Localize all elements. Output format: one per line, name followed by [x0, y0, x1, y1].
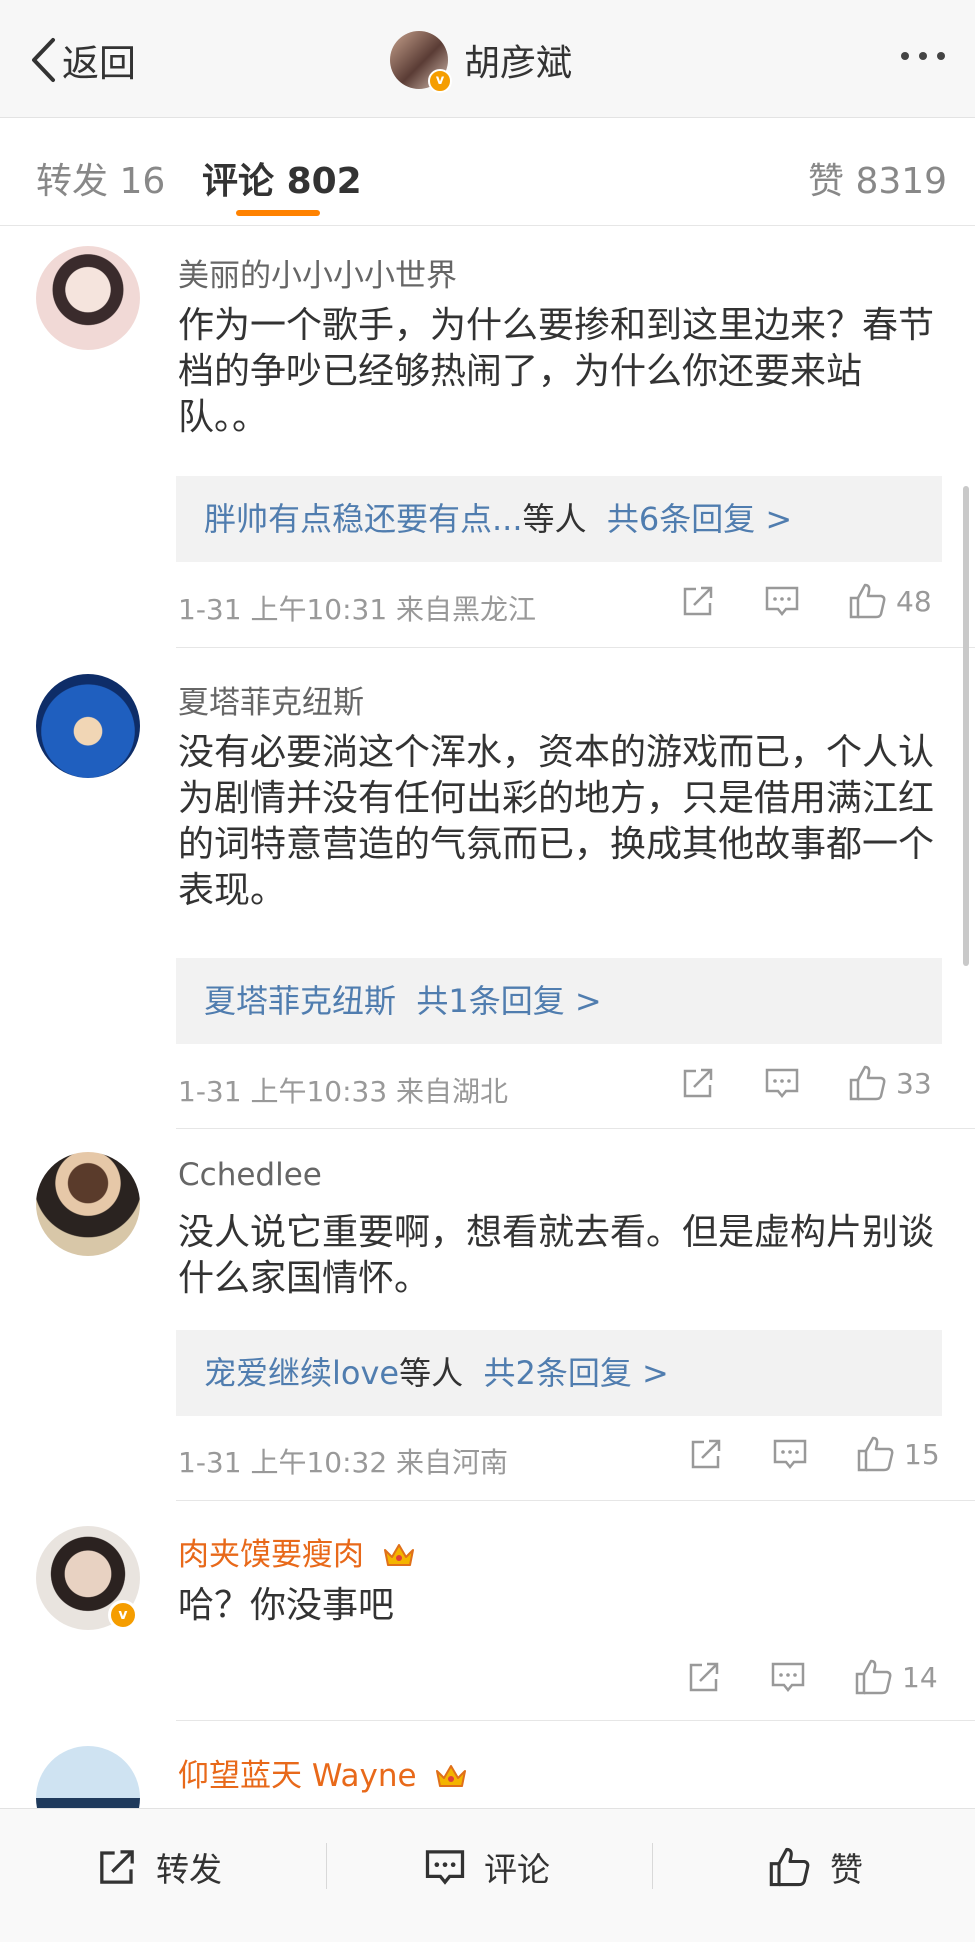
- reply-count: 共2条回复 >: [483, 1354, 669, 1392]
- page-title: 胡彦斌: [464, 43, 573, 84]
- reply-suffix: 等人: [399, 1354, 464, 1392]
- tab-likes[interactable]: 赞 8319: [808, 152, 947, 204]
- scrollbar[interactable]: [963, 486, 969, 966]
- comment-text: 没人说它重要啊，想看就去看。但是虚构片别谈什么家国情怀。: [178, 1212, 935, 1299]
- comment-username[interactable]: 美丽的小小小小世界: [178, 250, 457, 295]
- comment-location: 来自河南: [396, 1446, 509, 1479]
- comment-time: 1-31 上午10:31: [178, 593, 388, 626]
- like-icon[interactable]: [856, 1435, 896, 1473]
- divider: [176, 1500, 975, 1501]
- comment-location: 来自湖北: [396, 1075, 509, 1108]
- tab-count: 8319: [855, 161, 948, 202]
- back-button[interactable]: 返回: [30, 36, 136, 85]
- tab-label: 转发: [36, 161, 109, 202]
- divider: [176, 1720, 975, 1721]
- avatar[interactable]: [36, 246, 140, 350]
- username-text: 仰望蓝天 Wayne: [178, 1758, 417, 1794]
- like-count: 15: [904, 1437, 940, 1471]
- comment-username[interactable]: 仰望蓝天 Wayne: [178, 1750, 468, 1795]
- crown-icon: [436, 1765, 467, 1787]
- reply-summary[interactable]: 夏塔菲克纽斯 共1条回复 >: [176, 958, 942, 1044]
- reply-suffix: 等人: [522, 500, 587, 538]
- chevron-left-icon: [32, 38, 55, 82]
- comment-icon[interactable]: [770, 1660, 806, 1694]
- username-text: 肉夹馍要瘦肉: [178, 1537, 364, 1573]
- repost-button[interactable]: 转发: [96, 1809, 222, 1925]
- bottom-action-bar: 转发 评论 赞: [0, 1808, 975, 1942]
- profile-title[interactable]: v 胡彦斌: [390, 30, 573, 93]
- like-icon[interactable]: [848, 1064, 888, 1102]
- comment-meta: 1-31 上午10:32 来自河南: [178, 1441, 508, 1481]
- share-icon: [100, 1850, 134, 1884]
- comment-time: 1-31 上午10:32: [178, 1446, 388, 1479]
- verified-icon: v: [428, 69, 452, 93]
- tab-comments[interactable]: 评论 802: [202, 152, 362, 204]
- comment-time: 1-31 上午10:33: [178, 1075, 388, 1108]
- comment-meta: 1-31 上午10:33 来自湖北: [178, 1070, 508, 1110]
- share-icon[interactable]: [680, 1065, 716, 1101]
- reply-summary[interactable]: 宠爱继续love等人 共2条回复 >: [176, 1330, 942, 1416]
- comment-actions: 48: [680, 582, 932, 620]
- avatar[interactable]: v: [390, 31, 452, 93]
- comment-button[interactable]: 评论: [424, 1809, 550, 1925]
- comment-actions: 14: [686, 1658, 938, 1696]
- like-icon[interactable]: [854, 1658, 894, 1696]
- comment-location: 来自黑龙江: [396, 593, 537, 626]
- comment-actions: 33: [680, 1064, 932, 1102]
- reply-users: 夏塔菲克纽斯: [204, 982, 397, 1020]
- like-count: 33: [896, 1066, 932, 1100]
- tab-count: 802: [286, 161, 362, 202]
- share-icon[interactable]: [686, 1659, 722, 1695]
- tab-label: 评论: [202, 161, 275, 202]
- comment-icon[interactable]: [764, 584, 800, 618]
- comment-username[interactable]: 肉夹馍要瘦肉: [178, 1529, 416, 1574]
- comment-icon[interactable]: [764, 1066, 800, 1100]
- share-icon[interactable]: [688, 1436, 724, 1472]
- like-count: 14: [902, 1660, 938, 1694]
- more-icon[interactable]: [901, 52, 945, 60]
- crown-icon: [383, 1544, 414, 1566]
- avatar[interactable]: [36, 674, 140, 778]
- divider: [652, 1843, 653, 1889]
- verified-icon: v: [108, 1600, 138, 1630]
- comment-actions: 15: [688, 1435, 940, 1473]
- tab-repost[interactable]: 转发 16: [36, 152, 165, 204]
- like-icon[interactable]: [848, 582, 888, 620]
- like-button[interactable]: 赞: [768, 1809, 863, 1925]
- back-label: 返回: [62, 42, 136, 85]
- comment-text: 哈？你没事吧: [178, 1585, 395, 1626]
- comment-icon[interactable]: [772, 1437, 808, 1471]
- avatar[interactable]: [36, 1152, 140, 1256]
- like-icon: [769, 1847, 810, 1887]
- reply-summary[interactable]: 胖帅有点稳还要有点...等人 共6条回复 >: [176, 476, 942, 562]
- comment-label: 评论: [484, 1850, 550, 1889]
- share-icon[interactable]: [680, 583, 716, 619]
- repost-label: 转发: [156, 1850, 222, 1889]
- tab-bar: 转发 16 评论 802 赞 8319: [0, 118, 975, 226]
- divider: [326, 1843, 327, 1889]
- like-label: 赞: [830, 1850, 863, 1889]
- comment-meta: 1-31 上午10:31 来自黑龙江: [178, 588, 536, 628]
- reply-count: 共1条回复 >: [416, 982, 602, 1020]
- divider: [176, 1128, 975, 1129]
- reply-count: 共6条回复 >: [606, 500, 793, 538]
- comment-text: 没有必要淌这个浑水，资本的游戏而已，个人认为剧情并没有任何出彩的地方，只是借用满…: [178, 732, 935, 911]
- divider: [176, 647, 975, 648]
- nav-bar: 返回 v 胡彦斌: [0, 0, 975, 118]
- tab-count: 16: [119, 161, 166, 202]
- comment-icon: [425, 1850, 465, 1885]
- comment-username[interactable]: 夏塔菲克纽斯: [178, 677, 364, 722]
- active-tab-indicator: [236, 210, 320, 216]
- reply-users: 胖帅有点稳还要有点...: [204, 500, 523, 538]
- reply-users: 宠爱继续love: [204, 1354, 400, 1392]
- comment-username[interactable]: Cchedlee: [178, 1157, 322, 1193]
- like-count: 48: [896, 584, 932, 618]
- comment-text: 作为一个歌手，为什么要掺和到这里边来？春节档的争吵已经够热闹了，为什么你还要来站…: [178, 305, 935, 438]
- tab-label: 赞: [808, 161, 845, 202]
